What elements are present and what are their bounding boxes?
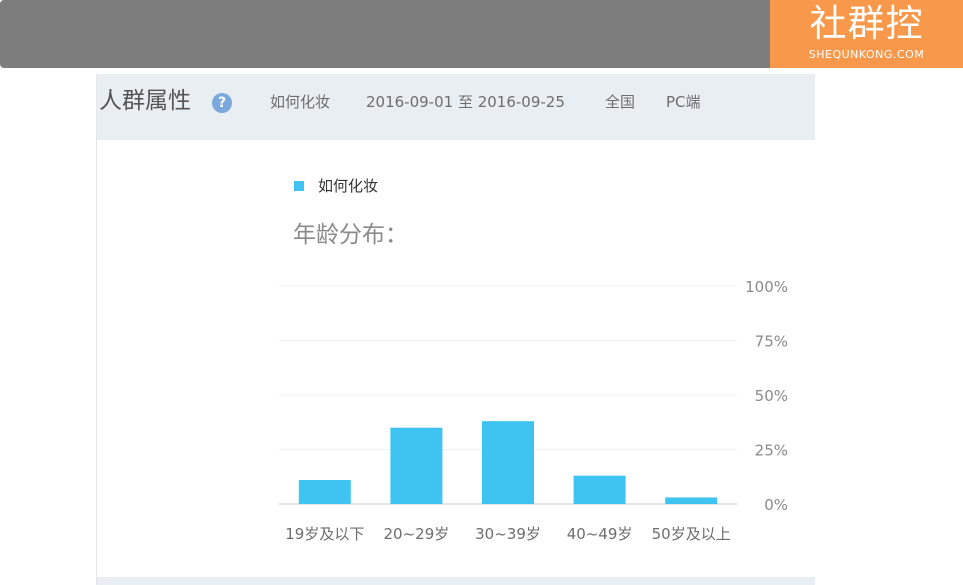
y-tick-label: 100%: [745, 278, 788, 296]
x-tick-label: 40~49岁: [567, 525, 633, 543]
crowd-attributes-panel: 人群属性 ? 如何化妆 2016-09-01 至 2016-09-25 全国 P…: [96, 74, 815, 585]
x-tick-label: 50岁及以上: [652, 525, 731, 543]
bar: [298, 480, 351, 504]
panel-footer-strip: [97, 577, 815, 585]
brand-name: 社群控: [809, 2, 924, 45]
x-tick-label: 20~29岁: [384, 525, 450, 543]
bar: [665, 497, 718, 504]
x-tick-label: 19岁及以下: [285, 525, 364, 543]
bar: [573, 475, 626, 504]
bar: [482, 421, 534, 504]
y-tick-label: 50%: [755, 387, 788, 405]
y-tick-label: 25%: [755, 442, 788, 460]
age-distribution-chart: 0% 25% 50% 75% 100% 19岁及以下 20~29岁 30~39岁 40~49岁 5…: [279, 278, 788, 543]
y-tick-label: 0%: [764, 496, 788, 514]
x-tick-label: 30~39岁: [475, 525, 541, 543]
bar: [390, 427, 443, 504]
brand-logo: 社群控 SHEQUNKONG.COM: [770, 0, 963, 68]
brand-domain: SHEQUNKONG.COM: [808, 48, 925, 61]
y-tick-label: 75%: [755, 333, 788, 351]
